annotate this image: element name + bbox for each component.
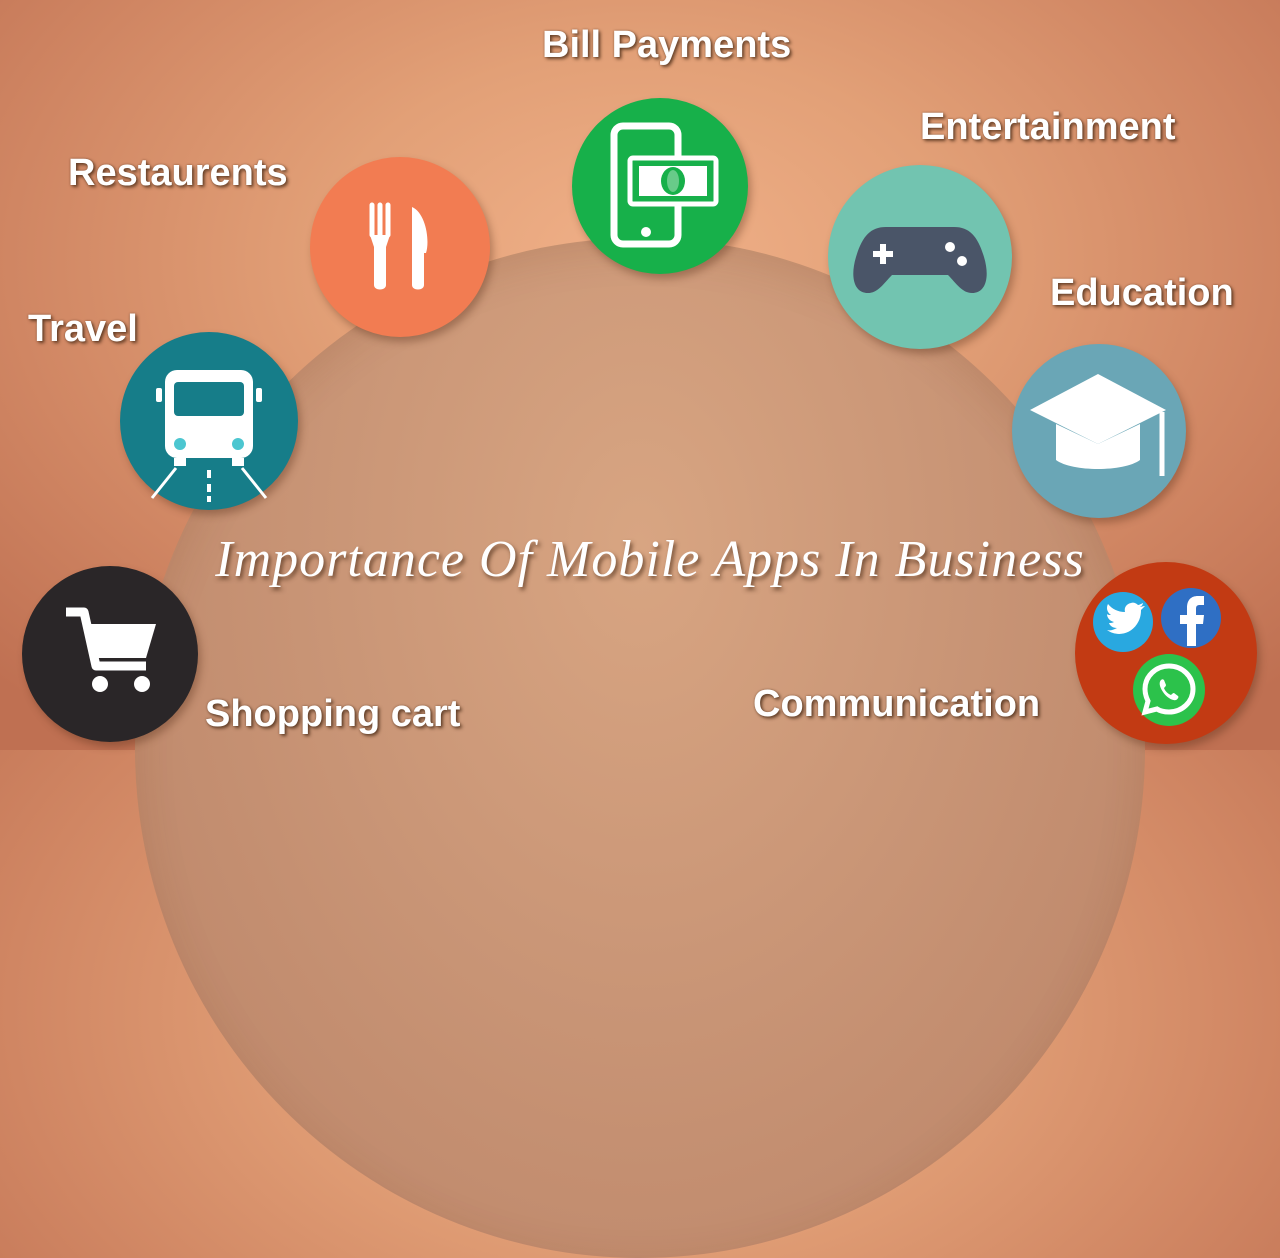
- communication-circle: [1075, 562, 1257, 744]
- graduation-cap-icon: [1030, 374, 1166, 476]
- label-bill-payments: Bill Payments: [542, 24, 792, 66]
- phone-money-icon: [610, 122, 719, 248]
- label-shopping-cart: Shopping cart: [205, 693, 461, 735]
- label-restaurants: Restaurents: [68, 152, 288, 194]
- whatsapp-icon: [1133, 654, 1205, 726]
- shopping-cart-circle: [22, 566, 198, 742]
- travel-circle: [120, 332, 298, 510]
- bus-icon: [150, 370, 268, 502]
- label-entertainment: Entertainment: [920, 106, 1176, 148]
- label-communication: Communication: [753, 683, 1041, 725]
- entertainment-circle: [828, 165, 1012, 349]
- restaurants-circle: [310, 157, 490, 337]
- facebook-icon: [1161, 588, 1221, 648]
- bill-payments-circle: [572, 98, 748, 274]
- gamepad-icon: [853, 227, 987, 293]
- page-title: Importance Of Mobile Apps In Business: [215, 531, 1085, 588]
- education-circle: [1012, 344, 1186, 518]
- label-education: Education: [1050, 272, 1234, 314]
- cart-icon: [66, 607, 156, 692]
- twitter-icon: [1093, 592, 1153, 652]
- social-icons-group: [1093, 588, 1221, 726]
- fork-knife-icon: [369, 202, 428, 290]
